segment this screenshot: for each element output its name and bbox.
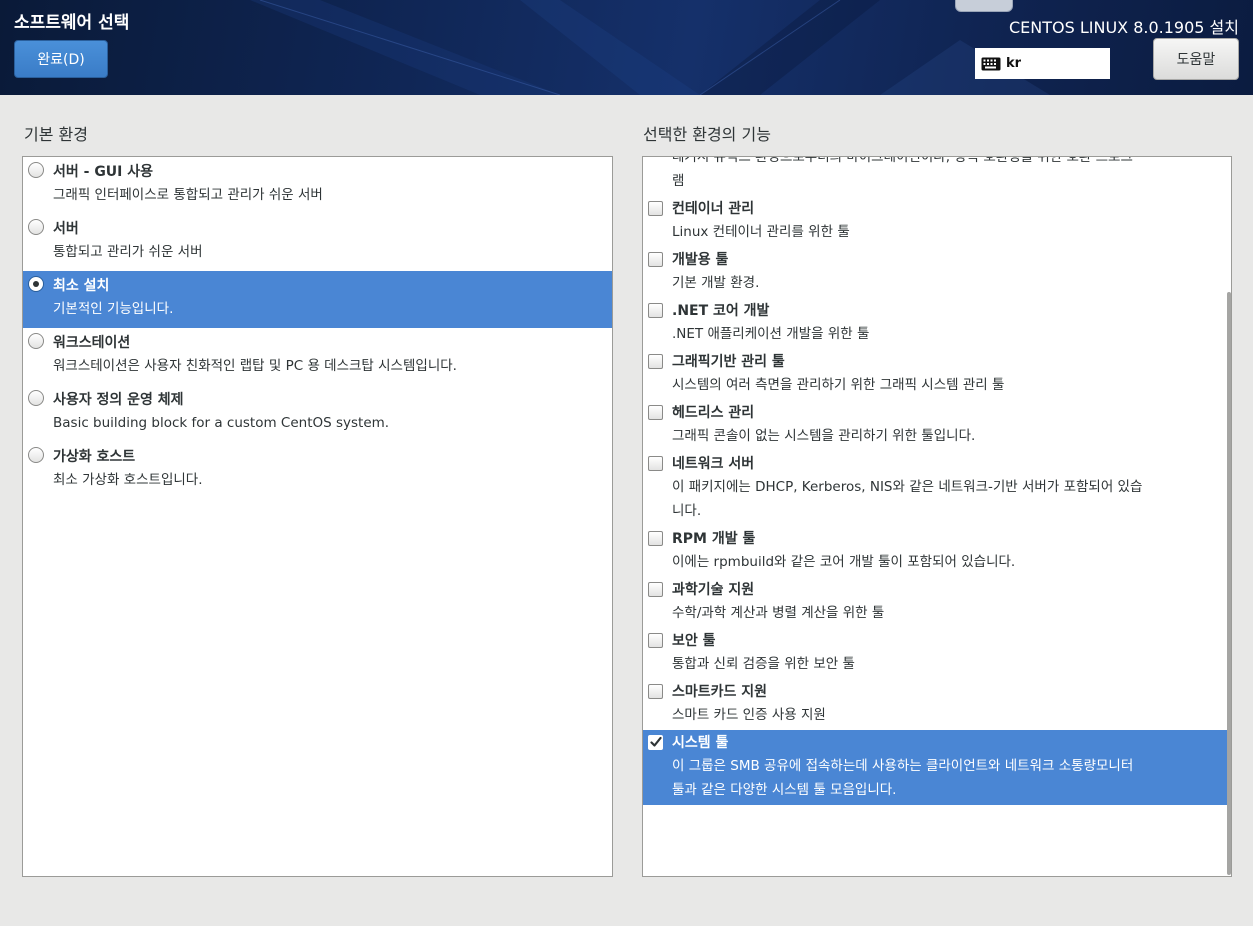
radio-button[interactable] <box>28 162 44 178</box>
addon-option[interactable]: 스마트카드 지원스마트 카드 인증 사용 지원 <box>643 679 1231 730</box>
addons-scrollbar[interactable] <box>1227 292 1231 875</box>
environment-name: 서버 - GUI 사용 <box>53 164 154 180</box>
addon-description: 스마트 카드 인증 사용 지원 <box>672 707 826 723</box>
environment-description: 기본적인 기능입니다. <box>53 301 174 317</box>
page-title: 소프트웨어 선택 <box>14 13 130 33</box>
header-bar: 소프트웨어 선택 완료(D) CENTOS LINUX 8.0.1905 설치 … <box>0 0 1253 95</box>
spoke-tab-indicator <box>955 0 1013 12</box>
environment-option[interactable]: 가상화 호스트최소 가상화 호스트입니다. <box>23 442 612 499</box>
base-environment-title: 기본 환경 <box>24 125 88 144</box>
addons-list: 레거시 유닉스 환경으로부터의 마이그레이션이나, 상속 호환성을 위한 호환 … <box>642 156 1232 877</box>
addon-name: 과학기술 지원 <box>672 582 755 598</box>
addon-name: 개발용 툴 <box>672 252 729 268</box>
addon-description: 기본 개발 환경. <box>672 275 760 291</box>
checkbox[interactable] <box>648 405 663 420</box>
addon-name: 시스템 툴 <box>672 735 729 751</box>
checkbox[interactable] <box>648 531 663 546</box>
checkbox[interactable] <box>648 201 663 216</box>
keyboard-icon <box>981 57 1001 70</box>
radio-button[interactable] <box>28 219 44 235</box>
addon-name: .NET 코어 개발 <box>672 303 770 319</box>
addon-option[interactable]: 헤드리스 관리그래픽 콘솔이 없는 시스템을 관리하기 위한 툴입니다. <box>643 400 1231 451</box>
addon-option[interactable]: 네트워크 서버이 패키지에는 DHCP, Kerberos, NIS와 같은 네… <box>643 451 1231 526</box>
addon-description: Linux 컨테이너 관리를 위한 툴 <box>672 224 850 240</box>
checkbox[interactable] <box>648 684 663 699</box>
checkbox[interactable] <box>648 582 663 597</box>
addon-description: 수학/과학 계산과 병렬 계산을 위한 툴 <box>672 605 885 621</box>
environment-name: 가상화 호스트 <box>53 449 136 465</box>
environment-description: Basic building block for a custom CentOS… <box>53 415 390 431</box>
addon-name: 헤드리스 관리 <box>672 405 755 421</box>
addon-option[interactable]: 개발용 툴기본 개발 환경. <box>643 247 1231 298</box>
addon-option[interactable]: .NET 코어 개발 .NET 애플리케이션 개발을 위한 툴 <box>643 298 1231 349</box>
addon-name: 네트워크 서버 <box>672 456 755 472</box>
radio-button[interactable] <box>28 447 44 463</box>
environment-description: 워크스테이션은 사용자 친화적인 랩탑 및 PC 용 데스크탑 시스템입니다. <box>53 358 457 374</box>
done-button[interactable]: 완료(D) <box>14 40 108 78</box>
addon-description: 그래픽 콘솔이 없는 시스템을 관리하기 위한 툴입니다. <box>672 428 976 444</box>
addon-name: 스마트카드 지원 <box>672 684 768 700</box>
environment-description: 통합되고 관리가 쉬운 서버 <box>53 244 203 260</box>
environment-name: 사용자 정의 운영 체제 <box>53 392 184 408</box>
checkbox[interactable] <box>648 252 663 267</box>
keyboard-layout-label: kr <box>1006 56 1022 71</box>
addon-option[interactable]: 보안 툴통합과 신뢰 검증을 위한 보안 툴 <box>643 628 1231 679</box>
checkbox[interactable] <box>648 303 663 318</box>
partial-item-description: 레거시 유닉스 환경으로부터의 마이그레이션이나, 상속 호환성을 위한 호환 … <box>672 156 1133 189</box>
addon-option[interactable]: 그래픽기반 관리 툴시스템의 여러 측면을 관리하기 위한 그래픽 시스템 관리… <box>643 349 1231 400</box>
checkbox[interactable] <box>648 633 663 648</box>
addon-description: .NET 애플리케이션 개발을 위한 툴 <box>672 326 870 342</box>
environment-name: 서버 <box>53 221 79 237</box>
addon-description: 이 패키지에는 DHCP, Kerberos, NIS와 같은 네트워크-기반 … <box>672 479 1143 519</box>
addon-description: 이 그룹은 SMB 공유에 접속하는데 사용하는 클라이언트와 네트워크 소통량… <box>672 758 1134 798</box>
checkbox[interactable] <box>648 735 663 750</box>
radio-button[interactable] <box>28 276 44 292</box>
addon-option[interactable]: 과학기술 지원수학/과학 계산과 병렬 계산을 위한 툴 <box>643 577 1231 628</box>
addon-name: 그래픽기반 관리 툴 <box>672 354 785 370</box>
addon-option[interactable]: 시스템 툴이 그룹은 SMB 공유에 접속하는데 사용하는 클라이언트와 네트워… <box>643 730 1231 805</box>
environment-description: 그래픽 인터페이스로 통합되고 관리가 쉬운 서버 <box>53 187 323 203</box>
environment-option[interactable]: 사용자 정의 운영 체제 Basic building block for a c… <box>23 385 612 442</box>
checkbox[interactable] <box>648 354 663 369</box>
keyboard-layout-indicator[interactable]: kr <box>975 48 1110 79</box>
environment-option[interactable]: 워크스테이션워크스테이션은 사용자 친화적인 랩탑 및 PC 용 데스크탑 시스… <box>23 328 612 385</box>
addon-name: 보안 툴 <box>672 633 716 649</box>
product-title: CENTOS LINUX 8.0.1905 설치 <box>1009 18 1239 37</box>
addon-description: 이에는 rpmbuild와 같은 코어 개발 툴이 포함되어 있습니다. <box>672 554 1016 570</box>
environment-option[interactable]: 서버통합되고 관리가 쉬운 서버 <box>23 214 612 271</box>
environment-option[interactable]: 서버 - GUI 사용그래픽 인터페이스로 통합되고 관리가 쉬운 서버 <box>23 157 612 214</box>
environment-option[interactable]: 최소 설치기본적인 기능입니다. <box>23 271 612 328</box>
checkbox[interactable] <box>648 456 663 471</box>
environment-description: 최소 가상화 호스트입니다. <box>53 472 203 488</box>
check-icon <box>650 736 662 747</box>
environment-name: 워크스테이션 <box>53 335 131 351</box>
radio-button[interactable] <box>28 390 44 406</box>
addon-option[interactable]: 컨테이너 관리 Linux 컨테이너 관리를 위한 툴 <box>643 196 1231 247</box>
addon-name: RPM 개발 툴 <box>672 531 756 547</box>
addon-description: 통합과 신뢰 검증을 위한 보안 툴 <box>672 656 855 672</box>
environment-name: 최소 설치 <box>53 278 110 294</box>
radio-button[interactable] <box>28 333 44 349</box>
addon-option[interactable]: RPM 개발 툴이에는 rpmbuild와 같은 코어 개발 툴이 포함되어 있… <box>643 526 1231 577</box>
addons-title: 선택한 환경의 기능 <box>643 125 771 144</box>
addon-description: 시스템의 여러 측면을 관리하기 위한 그래픽 시스템 관리 툴 <box>672 377 1005 393</box>
help-button[interactable]: 도움말 <box>1153 38 1239 80</box>
list-item-partial: 레거시 유닉스 환경으로부터의 마이그레이션이나, 상속 호환성을 위한 호환 … <box>643 156 1231 196</box>
addon-name: 컨테이너 관리 <box>672 201 755 217</box>
base-environment-list: 서버 - GUI 사용그래픽 인터페이스로 통합되고 관리가 쉬운 서버서버통합… <box>22 156 613 877</box>
